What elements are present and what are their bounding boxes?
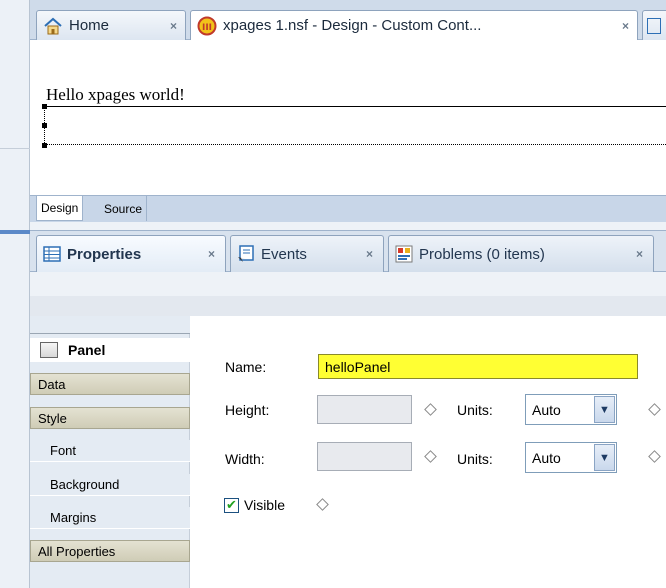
name-field[interactable]: helloPanel [318,354,638,379]
close-icon[interactable]: × [366,247,373,261]
tab-label: Events [261,245,307,263]
panel-divider [30,222,666,230]
width-units-value: Auto [532,449,561,466]
sidenav-item-data[interactable]: Data [30,373,190,395]
selected-panel[interactable] [44,106,666,145]
sidenav-item-all-properties[interactable]: All Properties [30,540,190,562]
width-label: Width: [225,451,265,467]
editor-tab-strip: Home × III xpages 1.nsf - Design - Custo… [30,0,666,40]
close-icon[interactable]: × [636,247,643,261]
visible-computed-diamond-icon[interactable] [316,498,329,511]
sidenav-header-label: Panel [68,342,106,358]
tab-label: Properties [67,245,142,263]
tab-problems[interactable]: Problems (0 items) × [388,235,654,272]
width-units-select[interactable]: Auto ▼ [525,442,617,473]
height-field[interactable] [317,395,412,424]
tab-custom-control-design[interactable]: III xpages 1.nsf - Design - Custom Cont.… [190,10,638,40]
tab-properties[interactable]: Properties × [36,235,226,272]
properties-form: Name: helloPanel Height: Units: Auto ▼ W… [190,316,666,588]
tab-source[interactable]: Source [100,196,148,221]
tab-label: Problems (0 items) [419,245,545,263]
design-canvas[interactable]: Hello xpages world! [30,40,666,195]
chevron-down-icon[interactable]: ▼ [594,444,615,471]
resize-handle[interactable] [42,104,47,109]
resize-handle[interactable] [42,143,47,148]
tab-design[interactable]: Design [36,196,84,221]
height-units-value: Auto [532,401,561,418]
editor-mode-tabs: Design Source [30,195,666,222]
width-units-label: Units: [457,451,493,467]
name-label: Name: [225,359,267,375]
gutter-active-bar [0,230,30,234]
height-units-label: Units: [457,402,493,418]
sidenav-item-background[interactable]: Background [30,474,190,496]
properties-panel: Panel Data Style Font Background Margins… [30,316,666,588]
events-icon [237,245,255,263]
width-computed-diamond-icon[interactable] [424,450,437,463]
hello-text[interactable]: Hello xpages world! [46,85,185,105]
sidenav-item-margins[interactable]: Margins [30,507,190,529]
domino-database-icon: III [197,16,217,36]
svg-text:III: III [202,23,212,33]
properties-sidenav: Panel Data Style Font Background Margins… [30,316,190,588]
properties-icon [43,245,61,263]
panel-icon [40,342,58,358]
sidenav-item-panel[interactable]: Panel [30,338,190,362]
height-units-diamond-icon[interactable] [648,403,661,416]
tab-overflow[interactable] [642,10,666,40]
width-units-diamond-icon[interactable] [648,450,661,463]
view-toolbar [30,272,666,296]
height-units-select[interactable]: Auto ▼ [525,394,617,425]
height-computed-diamond-icon[interactable] [424,403,437,416]
gutter-separator [0,148,30,149]
problems-icon [395,245,413,263]
tab-label: xpages 1.nsf - Design - Custom Cont... [223,17,482,34]
close-icon[interactable]: × [208,247,215,261]
resize-handle[interactable] [42,123,47,128]
page-icon [647,17,661,34]
left-gutter [0,0,30,588]
view-tab-strip: Properties × Events × Problems (0 items)… [30,230,666,272]
home-icon [43,16,63,36]
width-field[interactable] [317,442,412,471]
close-icon[interactable]: × [170,19,177,33]
sidenav-item-font[interactable]: Font [30,440,190,462]
sidenav-top-edge [30,316,190,334]
tab-label: Home [69,17,110,34]
tab-events[interactable]: Events × [230,235,384,272]
close-icon[interactable]: × [622,19,629,33]
height-label: Height: [225,402,270,418]
sidenav-item-style[interactable]: Style [30,407,190,429]
view-toolbar-lower [30,296,666,316]
tab-home[interactable]: Home × [36,10,186,40]
visible-checkbox[interactable]: ✔ [224,498,239,513]
chevron-down-icon[interactable]: ▼ [594,396,615,423]
visible-label: Visible [244,497,285,513]
